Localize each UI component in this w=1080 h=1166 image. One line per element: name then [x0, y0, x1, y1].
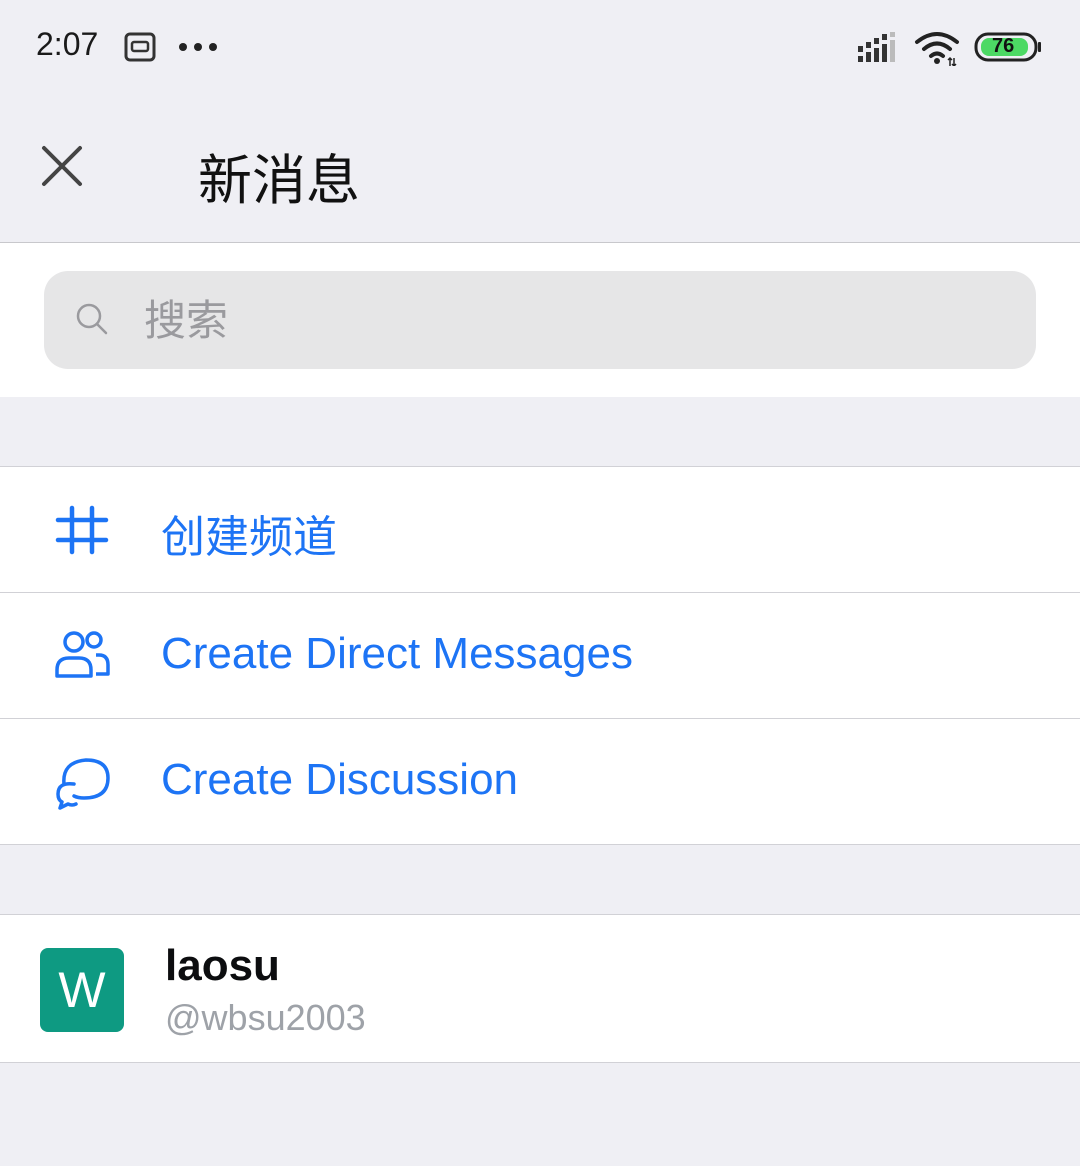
- user-name: laosu: [165, 941, 280, 990]
- battery-level: 76: [992, 35, 1015, 57]
- search-section: [0, 243, 1080, 397]
- user-list: W laosu @wbsu2003: [0, 914, 1080, 1063]
- actions-list: 创建频道 Create Direct Messages Create Discu…: [0, 466, 1080, 845]
- avatar-letter: W: [58, 962, 106, 1018]
- users-icon: [55, 631, 110, 678]
- search-icon: [76, 303, 108, 335]
- sim-card-icon: [124, 32, 156, 62]
- wifi-icon: [915, 32, 959, 66]
- create-channel-item[interactable]: 创建频道: [0, 467, 1080, 593]
- create-discussion-label: Create Discussion: [161, 755, 519, 804]
- close-icon: [42, 146, 82, 186]
- status-bar: 2:07 76: [0, 0, 1080, 96]
- create-direct-messages-item[interactable]: Create Direct Messages: [0, 593, 1080, 719]
- page-title: 新消息: [198, 149, 360, 212]
- list-item[interactable]: W laosu @wbsu2003: [0, 915, 1080, 1062]
- create-discussion-item[interactable]: Create Discussion: [0, 719, 1080, 845]
- battery-icon: 76: [974, 32, 1042, 62]
- signal-icon: [858, 32, 895, 62]
- more-dots-icon: [179, 43, 217, 51]
- status-time: 2:07: [36, 26, 99, 62]
- search-input[interactable]: [144, 271, 1004, 369]
- create-direct-messages-label: Create Direct Messages: [161, 629, 633, 678]
- discussion-icon: [56, 758, 110, 810]
- header: 新消息: [0, 96, 1080, 243]
- avatar: W: [40, 948, 124, 1032]
- hash-icon: [55, 505, 109, 555]
- user-handle: @wbsu2003: [165, 997, 366, 1038]
- search-box[interactable]: [44, 271, 1036, 369]
- close-button[interactable]: [30, 134, 94, 198]
- create-channel-label: 创建频道: [161, 512, 337, 563]
